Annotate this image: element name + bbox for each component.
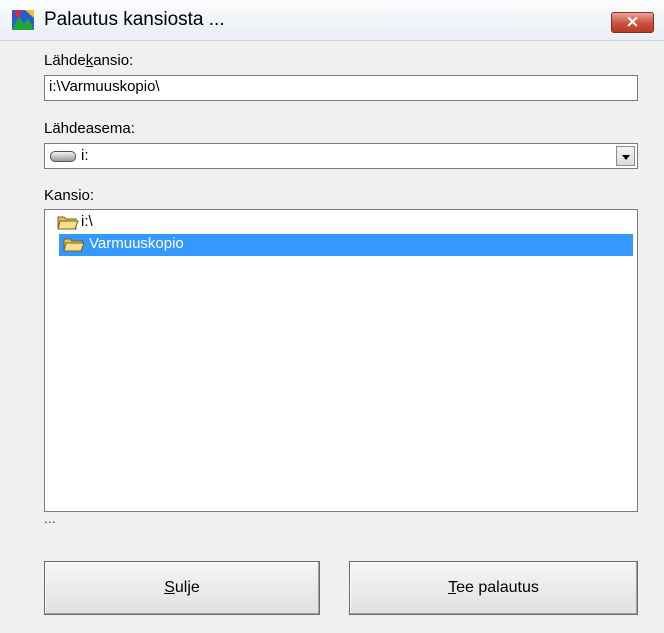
source-drive-value: i: [81, 147, 89, 164]
chevron-down-icon[interactable] [616, 146, 635, 166]
close-button[interactable]: Sulje [44, 561, 320, 615]
source-folder-label-rest: ansio: [93, 52, 134, 69]
drive-icon [50, 151, 76, 162]
folder-status-text: ... [44, 510, 56, 526]
close-icon: × [625, 12, 640, 32]
title-bar[interactable]: Palautus kansiosta ... × [0, 0, 664, 41]
source-drive-label: Lähdeasema: [44, 120, 135, 137]
source-folder-label-part: Lähde [44, 52, 86, 69]
folder-item-varmuuskopio[interactable]: Varmuuskopio [59, 234, 633, 256]
restore-button-mnemonic: T [448, 579, 457, 596]
open-folder-icon [63, 238, 85, 252]
close-button-label: ulje [174, 579, 200, 596]
folder-item-label: Varmuuskopio [89, 235, 184, 252]
source-drive-select[interactable]: i: [44, 143, 638, 169]
restore-button-label: ee palautus [456, 579, 539, 596]
folder-item-label: i:\ [81, 213, 93, 230]
window-title: Palautus kansiosta ... [44, 9, 225, 30]
source-folder-value: i:\Varmuuskopio\ [49, 78, 160, 95]
folder-label: Kansio: [44, 187, 95, 204]
close-window-button[interactable]: × [611, 12, 654, 33]
folder-list[interactable]: i:\ Varmuuskopio [44, 209, 638, 512]
app-icon [12, 10, 34, 30]
source-folder-label: Lähdekansio: [44, 52, 133, 69]
open-folder-icon [57, 216, 79, 230]
restore-button[interactable]: Tee palautus [349, 561, 638, 615]
source-folder-input[interactable]: i:\Varmuuskopio\ [44, 75, 638, 101]
close-button-mnemonic: S [164, 579, 175, 596]
restore-dialog: Palautus kansiosta ... × Lähdekansio: i:… [0, 0, 664, 633]
